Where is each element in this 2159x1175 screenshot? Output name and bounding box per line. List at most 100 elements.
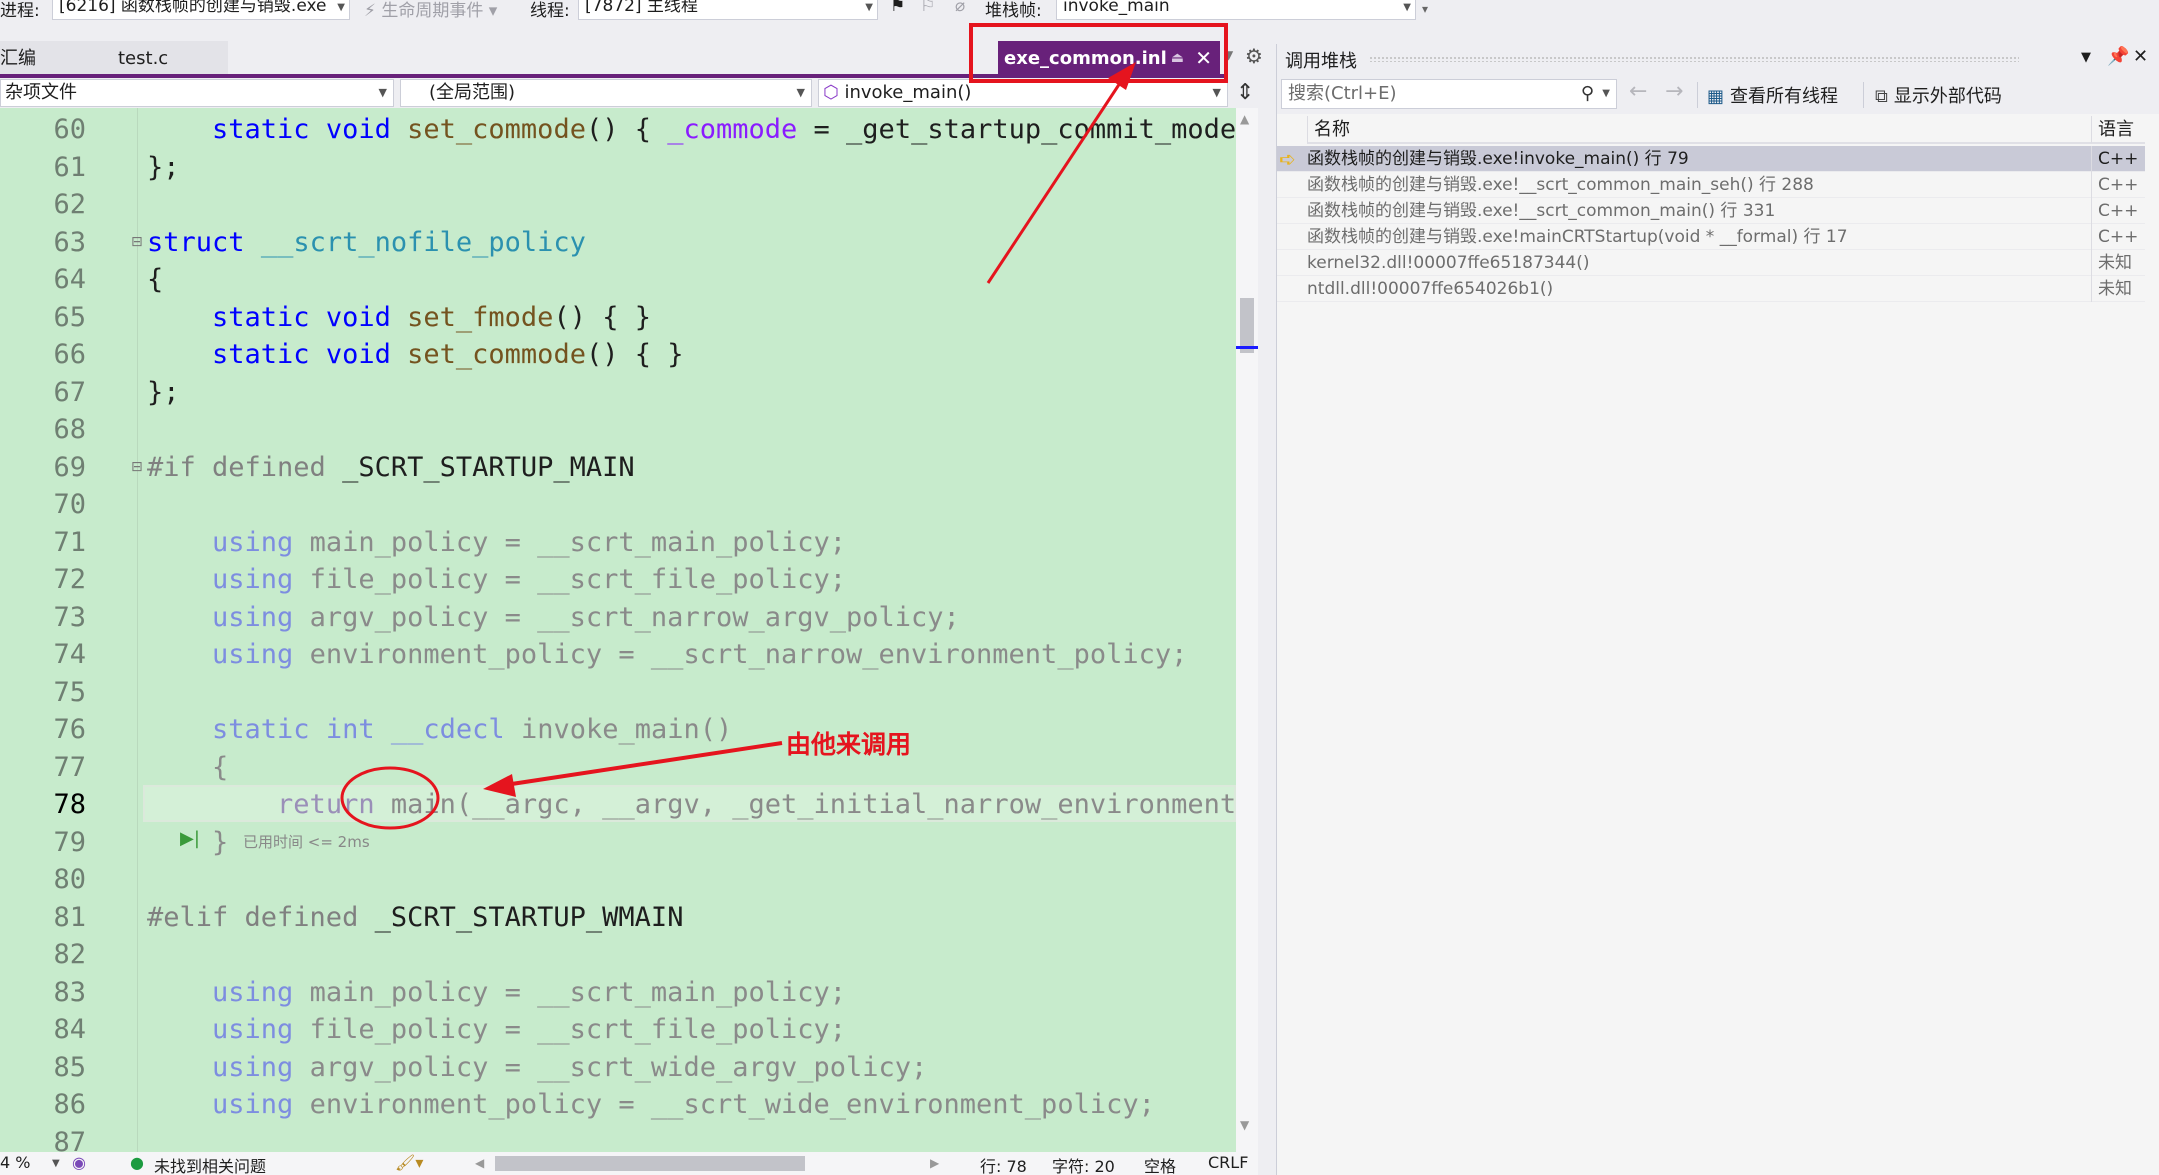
scope-value: (全局范围) bbox=[429, 82, 516, 103]
drag-grip[interactable] bbox=[1369, 56, 2019, 62]
split-window-icon[interactable]: ⇕ bbox=[1236, 80, 1254, 105]
search-icon[interactable]: ⚲ bbox=[1581, 80, 1594, 108]
editor-status-bar: 4 % ▼ ◉ ● 未找到相关问题 🖌▾ ◀ ▶ 行: 78 字符: 20 空格… bbox=[0, 1152, 1258, 1175]
stackframe-combo[interactable]: invoke_main ▼ bbox=[1056, 0, 1416, 20]
collapse-icon[interactable]: ⊟ bbox=[131, 449, 143, 487]
thread-value: [7872] 主线程 bbox=[585, 0, 698, 16]
call-stack-row[interactable]: 函数栈帧的创建与销毁.exe!__scrt_common_main() 行 33… bbox=[1277, 198, 2145, 224]
scroll-left-icon[interactable]: ◀ bbox=[475, 1156, 484, 1170]
chevron-down-icon: ▼ bbox=[1212, 86, 1221, 99]
thread-combo[interactable]: [7872] 主线程 ▼ bbox=[578, 0, 878, 20]
call-stack-row[interactable]: kernel32.dll!00007ffe65187344() 未知 bbox=[1277, 250, 2145, 276]
process-combo[interactable]: [6216] 函数栈帧的创建与销毁.exe ▼ bbox=[52, 0, 350, 20]
column-header-name[interactable]: 名称 bbox=[1307, 116, 2091, 144]
run-to-here-icon[interactable]: ▶| bbox=[180, 828, 200, 849]
code-line: 77 { bbox=[53, 751, 229, 783]
horizontal-scrollbar-thumb[interactable] bbox=[495, 1156, 805, 1171]
stackframe-label: 堆栈帧: bbox=[985, 1, 1042, 21]
back-arrow-icon[interactable]: ← bbox=[1629, 79, 1647, 104]
gear-icon[interactable]: ⚙ bbox=[1245, 44, 1263, 68]
chevron-down-icon[interactable]: ▼ bbox=[52, 1158, 60, 1169]
navigation-bar: 杂项文件 ▼ (全局范围) ▼ ⬡ invoke_main() ▼ bbox=[0, 78, 1228, 108]
code-line: 69 ⊟ #if defined _SCRT_STARTUP_MAIN bbox=[0, 449, 1236, 487]
code-line: 73 using argv_policy = __scrt_narrow_arg… bbox=[53, 601, 960, 633]
whitespace-indicator[interactable]: 空格 bbox=[1144, 1153, 1176, 1175]
flag-icon[interactable]: ⚑ bbox=[890, 0, 905, 16]
toolbar-separator bbox=[1697, 82, 1698, 108]
button-label: 显示外部代码 bbox=[1893, 86, 2002, 107]
code-line: 65 static void set_fmode() { } bbox=[53, 301, 651, 333]
tab-label: test.c bbox=[118, 48, 169, 69]
call-stack-title-bar: 调用堆栈 ▼ 📌 ✕ bbox=[1277, 44, 2159, 74]
code-line: 86 using environment_policy = __scrt_wid… bbox=[53, 1089, 1155, 1120]
call-stack-row[interactable]: 函数栈帧的创建与销毁.exe!__scrt_common_main_seh() … bbox=[1277, 172, 2145, 198]
chevron-down-icon: ▼ bbox=[865, 2, 873, 13]
annotation-text: 由他来调用 bbox=[786, 730, 912, 759]
column-header-language[interactable]: 语言 bbox=[2091, 116, 2145, 144]
show-external-code-button[interactable]: ⧉ 显示外部代码 bbox=[1875, 82, 2002, 108]
toolbar-overflow-icon[interactable]: ▾ bbox=[1422, 2, 1428, 16]
call-stack-row[interactable]: ntdll.dll!00007ffe654026b1() 未知 bbox=[1277, 276, 2145, 302]
check-circle-icon: ● bbox=[130, 1153, 144, 1172]
perf-tip: 已用时间 <= 2ms bbox=[243, 833, 370, 851]
code-line: 71 using main_policy = __scrt_main_polic… bbox=[53, 526, 846, 558]
chevron-down-icon: ▼ bbox=[378, 86, 387, 99]
code-line: 82 bbox=[53, 939, 86, 970]
copilot-icon[interactable]: ◉ bbox=[72, 1153, 86, 1172]
tab-test-c[interactable]: test.c bbox=[108, 41, 228, 76]
project-combo[interactable]: 杂项文件 ▼ bbox=[0, 79, 394, 107]
code-line: 83 using main_policy = __scrt_main_polic… bbox=[53, 976, 846, 1008]
zoom-level[interactable]: 4 % bbox=[0, 1153, 30, 1172]
chevron-down-icon[interactable]: ▼ bbox=[1602, 80, 1610, 108]
process-label: 进程: bbox=[0, 1, 40, 21]
process-value: [6216] 函数栈帧的创建与销毁.exe bbox=[59, 0, 327, 16]
window-position-dropdown-icon[interactable]: ▼ bbox=[2081, 50, 2091, 65]
method-cube-icon: ⬡ bbox=[823, 82, 839, 103]
button-label: 查看所有线程 bbox=[1730, 86, 1839, 107]
code-line: 64{ bbox=[53, 264, 164, 295]
code-line: 85 using argv_policy = __scrt_wide_argv_… bbox=[53, 1051, 928, 1083]
call-stack-toolbar: 搜索(Ctrl+E) ⚲ ▼ ← → ▦ 查看所有线程 ⧉ 显示外部代码 bbox=[1277, 74, 2159, 114]
code-editor[interactable]: 60 static void set_commode() { _commode … bbox=[0, 108, 1236, 1152]
scope-combo[interactable]: (全局范围) ▼ bbox=[400, 79, 812, 107]
member-combo[interactable]: ⬡ invoke_main() ▼ bbox=[818, 79, 1228, 107]
forward-arrow-icon[interactable]: → bbox=[1665, 79, 1683, 104]
call-stack-search-input[interactable]: 搜索(Ctrl+E) ⚲ ▼ bbox=[1281, 79, 1617, 109]
flag-all-icon[interactable]: ⚐ bbox=[920, 0, 935, 16]
scroll-up-icon[interactable]: ▲ bbox=[1240, 112, 1249, 126]
code-line: 78 return main(__argc, __argv, _get_init… bbox=[53, 789, 1236, 820]
code-line: 75 bbox=[53, 676, 86, 708]
tab-list-dropdown-icon[interactable]: ▼ bbox=[1224, 48, 1233, 62]
line-indicator[interactable]: 行: 78 bbox=[980, 1153, 1027, 1175]
pin-icon[interactable]: ⏏ bbox=[1171, 41, 1184, 76]
call-stack-row[interactable]: 函数栈帧的创建与销毁.exe!mainCRTStartup(void * __f… bbox=[1277, 224, 2145, 250]
copy-icon: ⧉ bbox=[1875, 86, 1888, 107]
editor-vertical-scrollbar[interactable]: ▲ ▼ bbox=[1236, 108, 1258, 1152]
issues-status[interactable]: 未找到相关问题 bbox=[154, 1153, 266, 1175]
tab-disassembly[interactable]: 汇编 bbox=[0, 41, 108, 76]
code-line: 74 using environment_policy = __scrt_nar… bbox=[53, 639, 1188, 670]
member-value: invoke_main() bbox=[844, 82, 972, 103]
code-line: 84 using file_policy = __scrt_file_polic… bbox=[53, 1014, 846, 1045]
call-stack-panel: 调用堆栈 ▼ 📌 ✕ 搜索(Ctrl+E) ⚲ ▼ ← → ▦ 查看所有线程 ⧉ 显… bbox=[1276, 44, 2159, 1175]
view-all-threads-button[interactable]: ▦ 查看所有线程 bbox=[1707, 82, 1838, 108]
close-icon[interactable]: ✕ bbox=[1195, 41, 1212, 76]
line-ending-indicator[interactable]: CRLF bbox=[1208, 1153, 1248, 1172]
pin-icon[interactable]: 📌 bbox=[2107, 46, 2129, 67]
call-stack-row[interactable]: ➪ 函数栈帧的创建与销毁.exe!invoke_main() 行 79 C++ bbox=[1277, 146, 2145, 172]
lifecycle-events-button[interactable]: ⚡ 生命周期事件 ▾ bbox=[364, 0, 497, 21]
scroll-right-icon[interactable]: ▶ bbox=[930, 1156, 939, 1170]
tab-exe-common-inl[interactable]: exe_common.inl ⏏ ✕ bbox=[998, 41, 1220, 76]
char-indicator[interactable]: 字符: 20 bbox=[1052, 1153, 1115, 1175]
code-line: 80 bbox=[53, 864, 86, 895]
thread-label: 线程: bbox=[530, 1, 570, 21]
cleanup-brush-icon[interactable]: 🖌▾ bbox=[395, 1153, 423, 1172]
toolbar-separator bbox=[1863, 82, 1864, 108]
close-icon[interactable]: ✕ bbox=[2133, 46, 2148, 67]
scrollbar-thumb[interactable] bbox=[1240, 298, 1254, 353]
filter-icon[interactable]: ⌀ bbox=[955, 0, 965, 16]
scroll-down-icon[interactable]: ▼ bbox=[1240, 1118, 1249, 1132]
code-line: 81 #elif defined _SCRT_STARTUP_WMAIN bbox=[53, 901, 684, 933]
code-line: 66 static void set_commode() { } bbox=[53, 339, 684, 370]
collapse-icon[interactable]: ⊟ bbox=[131, 224, 143, 262]
